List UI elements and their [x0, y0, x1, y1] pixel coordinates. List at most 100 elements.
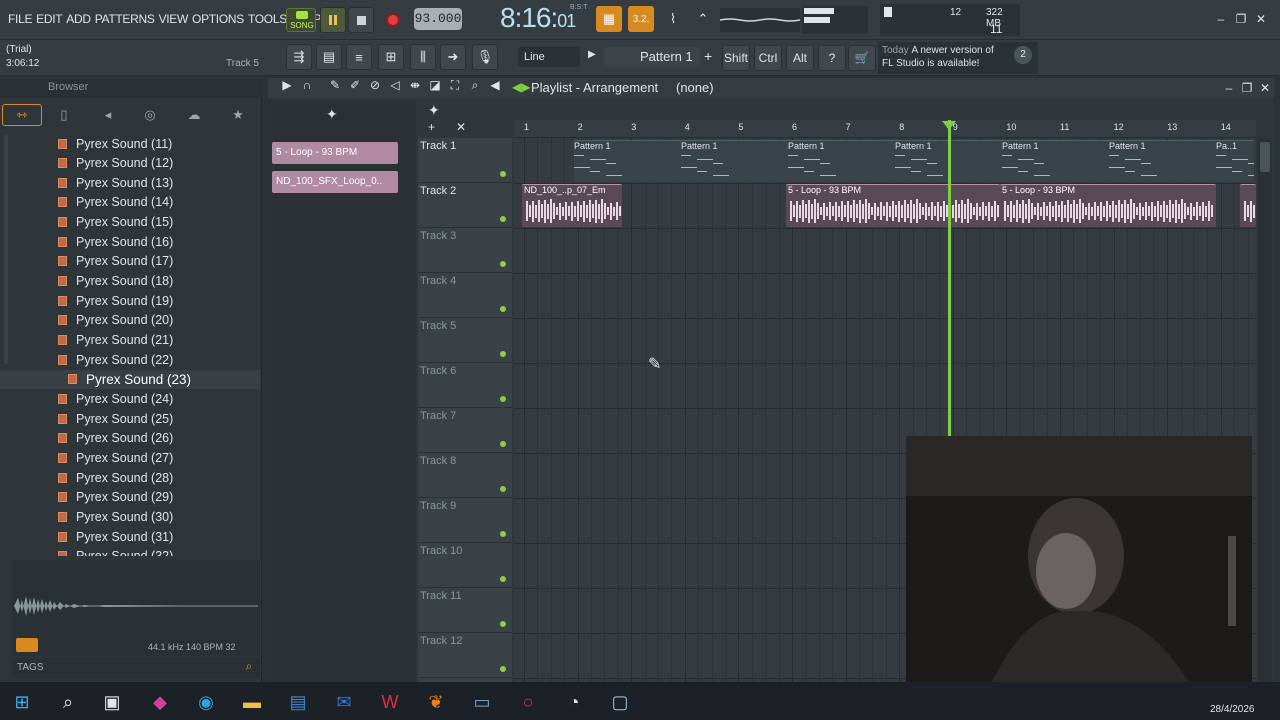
help-icon[interactable]: ? — [818, 45, 846, 71]
mute-tool-icon[interactable]: ◁ — [388, 78, 402, 93]
browser-item[interactable]: Pyrex Sound (12) — [58, 154, 258, 173]
song-time-display[interactable]: 8:16:01 — [500, 2, 576, 34]
browser-item[interactable]: Pyrex Sound (32) — [58, 547, 258, 556]
song-mode-toggle[interactable]: SONG — [286, 8, 316, 32]
browser-item[interactable]: Pyrex Sound (18) — [58, 272, 258, 291]
preview-play-button[interactable] — [16, 638, 38, 652]
pattern-clip-label[interactable]: Pattern 1 — [1002, 141, 1039, 151]
track-header[interactable]: Track 10 — [418, 543, 512, 588]
paint-tool-icon[interactable]: ✐ — [348, 78, 362, 93]
browser-item[interactable]: Pyrex Sound (17) — [58, 252, 258, 271]
playlist-pattern-name[interactable]: (none) — [676, 80, 714, 95]
track-header[interactable]: Track 2 — [418, 183, 512, 228]
pattern-clip-label[interactable]: Pattern 1 — [1109, 141, 1146, 151]
alt-button[interactable]: Alt — [786, 45, 814, 71]
pattern-prev-icon[interactable]: ▶ — [588, 49, 600, 65]
wait-input-icon[interactable]: ⌇ — [660, 6, 686, 32]
menu-file[interactable]: FILE — [6, 12, 34, 26]
windows-start-icon[interactable]: ⊞ — [8, 688, 36, 716]
plugin-icon[interactable]: ⫼ — [410, 44, 436, 70]
minimize-icon[interactable]: – — [1212, 11, 1230, 27]
samples-tab-icon[interactable]: ◎ — [130, 104, 170, 126]
browser-item[interactable]: Pyrex Sound (31) — [58, 527, 258, 546]
playlist-close-icon[interactable]: ✕ — [1256, 80, 1274, 96]
slice-tool-icon[interactable]: ◪ — [428, 78, 442, 93]
track-enable-led[interactable] — [500, 216, 506, 222]
audio-clip[interactable]: ND_100_..p_07_Em — [522, 184, 622, 227]
playlist-icon[interactable]: ⇶ — [286, 44, 312, 70]
browser-item[interactable]: Pyrex Sound (15) — [58, 213, 258, 232]
task-view-icon[interactable]: ▣ — [98, 688, 126, 716]
playhead[interactable] — [948, 120, 951, 436]
pattern-selector[interactable]: Pattern 1 — [604, 47, 700, 67]
maximize-icon[interactable]: ❐ — [1232, 11, 1250, 27]
track-header[interactable]: Track 8 — [418, 453, 512, 498]
stop-button[interactable] — [348, 7, 374, 33]
browser-item[interactable]: Pyrex Sound (20) — [58, 311, 258, 330]
menu-edit[interactable]: EDIT — [34, 12, 64, 26]
add-track-icon[interactable]: + — [428, 120, 435, 134]
plus-icon[interactable]: ✦ — [428, 102, 440, 119]
browser-item[interactable]: Pyrex Sound (29) — [58, 488, 258, 507]
close-icon[interactable]: ✕ — [1252, 11, 1270, 27]
track-enable-led[interactable] — [500, 486, 506, 492]
browser-item[interactable]: Pyrex Sound (30) — [58, 508, 258, 527]
wps-icon[interactable]: W — [376, 688, 404, 716]
app-icon[interactable]: ▭ — [468, 688, 496, 716]
pattern-clip-label[interactable]: Pattern 1 — [574, 141, 611, 151]
track-enable-led[interactable] — [500, 441, 506, 447]
track-enable-led[interactable] — [500, 351, 506, 357]
browser-item[interactable]: Pyrex Sound (27) — [58, 449, 258, 468]
track-header[interactable]: Track 12 — [418, 633, 512, 678]
track-header[interactable]: Track 4 — [418, 273, 512, 318]
playhead-marker-icon[interactable] — [942, 121, 956, 130]
delete-tool-icon[interactable]: ⊘ — [368, 78, 382, 93]
pause-button[interactable] — [320, 7, 346, 33]
typing-keyboard-icon[interactable]: ▦ — [596, 6, 622, 32]
browser-item[interactable]: Pyrex Sound (22) — [58, 350, 258, 369]
obs-icon[interactable]: ◔ — [560, 688, 588, 716]
copilot-icon[interactable]: ◆ — [146, 688, 174, 716]
track-header[interactable]: Track 11 — [418, 588, 512, 633]
playback-tool-icon[interactable]: ◀ — [488, 78, 502, 93]
track-enable-led[interactable] — [500, 306, 506, 312]
magnet-icon[interactable]: ∩ — [300, 78, 314, 93]
slip-tool-icon[interactable]: ⇼ — [408, 78, 422, 93]
select-tool-icon[interactable]: ⛶ — [448, 78, 462, 93]
channel-rack-icon[interactable]: ▤ — [316, 44, 342, 70]
browser-item[interactable]: Pyrex Sound (16) — [58, 232, 258, 251]
playlist-maximize-icon[interactable]: ❐ — [1238, 80, 1256, 96]
snap-select[interactable]: Line — [518, 47, 580, 67]
browser-item[interactable]: Pyrex Sound (24) — [58, 390, 258, 409]
all-tab-icon[interactable]: ⇿ — [2, 104, 42, 126]
fl-studio-icon[interactable]: ❦ — [422, 688, 450, 716]
pattern-clip-label[interactable]: Pa..1 — [1216, 141, 1237, 151]
audio-clip[interactable]: 5 - Loop - 93 BPM — [1000, 184, 1216, 227]
pattern-clip-label[interactable]: Pattern 1 — [681, 141, 718, 151]
piano-roll-icon[interactable]: ≡ — [346, 44, 372, 70]
track-header[interactable]: Track 9 — [418, 498, 512, 543]
browser-item[interactable]: Pyrex Sound (23) — [0, 369, 260, 389]
add-pattern-icon[interactable]: + — [704, 48, 712, 64]
audio-clip[interactable]: 5 - Loop - 93 BPM — [786, 184, 1000, 227]
track-enable-led[interactable] — [500, 666, 506, 672]
metronome-icon[interactable]: ⌃ — [690, 6, 716, 32]
audio-clip[interactable] — [1240, 184, 1256, 227]
timeline-ruler[interactable]: 1 2 3 4 5 6 7 8 9 10 11 12 13 14 — [514, 120, 1256, 138]
track-header[interactable]: Track 3 — [418, 228, 512, 273]
record-button[interactable] — [380, 7, 406, 33]
news-count-badge[interactable]: 2 — [1014, 46, 1032, 64]
track-enable-led[interactable] — [500, 396, 506, 402]
menu-add[interactable]: ADD — [64, 12, 92, 26]
menu-patterns[interactable]: PATTERNS — [93, 12, 157, 26]
browser-item[interactable]: Pyrex Sound (25) — [58, 409, 258, 428]
menu-view[interactable]: VIEW — [157, 12, 190, 26]
search-icon[interactable]: ⌕ — [54, 688, 82, 716]
file-explorer-icon[interactable]: ▬ — [238, 688, 266, 716]
track-enable-led[interactable] — [500, 171, 506, 177]
track-enable-led[interactable] — [500, 576, 506, 582]
remove-icon[interactable]: ✕ — [456, 120, 466, 134]
draw-tool-icon[interactable]: ✎ — [328, 78, 342, 93]
zoom-tool-icon[interactable]: ⌕ — [468, 78, 482, 93]
files-tab-icon[interactable]: ▯ — [44, 104, 84, 126]
